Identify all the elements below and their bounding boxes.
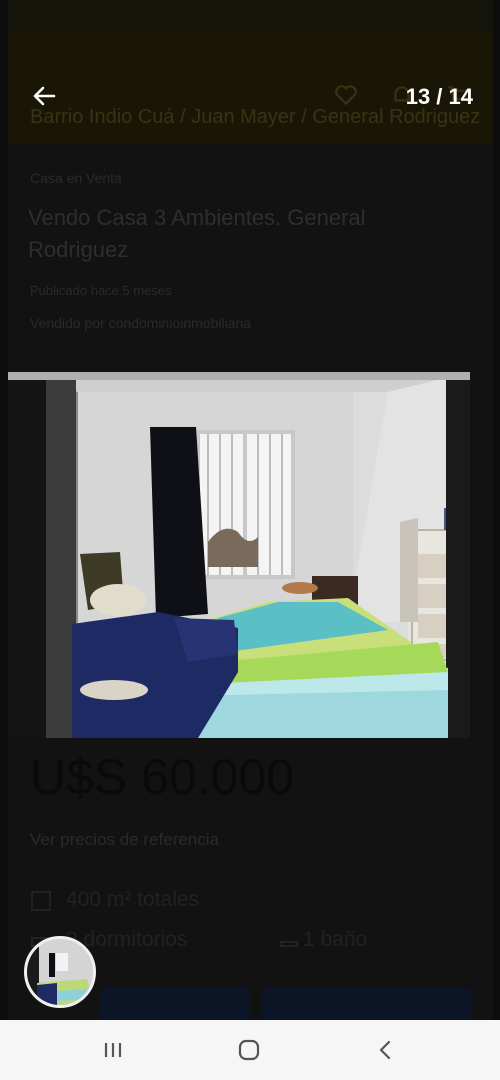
nav-back-button[interactable] <box>365 1036 405 1064</box>
whatsapp-button <box>262 988 472 1020</box>
home-button[interactable] <box>229 1036 269 1064</box>
listing-published: Publicado hace 5 meses <box>30 283 172 298</box>
recents-icon <box>104 1043 122 1057</box>
chevron-left-icon <box>379 1040 391 1060</box>
listing-price: U$S 60.000 <box>30 749 295 805</box>
status-bar-area <box>8 0 493 32</box>
bath-icon <box>280 941 298 947</box>
listing-bathrooms: 1 baño <box>303 928 368 951</box>
thumbnail-image <box>27 939 93 1005</box>
arrow-left-icon <box>33 86 56 106</box>
reference-prices-link: Ver precios de referencia <box>30 830 219 849</box>
listing-title: Vendo Casa 3 Ambientes. General Rodrigue… <box>28 205 366 262</box>
system-navigation-bar <box>0 1020 500 1080</box>
listing-seller: Vendido por condominioinmobiliaria <box>30 315 252 331</box>
image-viewer-screen: Barrio Indio Cuá / Juan Mayer / General … <box>8 0 493 1020</box>
area-icon <box>31 891 51 911</box>
photo-thumbnail[interactable] <box>24 936 96 1008</box>
home-icon <box>238 1039 260 1061</box>
listing-area: 400 m² totales <box>66 888 200 911</box>
contact-button <box>100 988 250 1020</box>
image-counter: 13 / 14 <box>405 84 473 109</box>
recents-button[interactable] <box>93 1036 133 1064</box>
bedroom-photo <box>8 372 470 738</box>
heart-icon <box>335 85 357 106</box>
listing-photo[interactable] <box>8 372 470 738</box>
back-button[interactable] <box>28 80 60 112</box>
listing-breadcrumb: Casa en Venta <box>30 170 122 186</box>
